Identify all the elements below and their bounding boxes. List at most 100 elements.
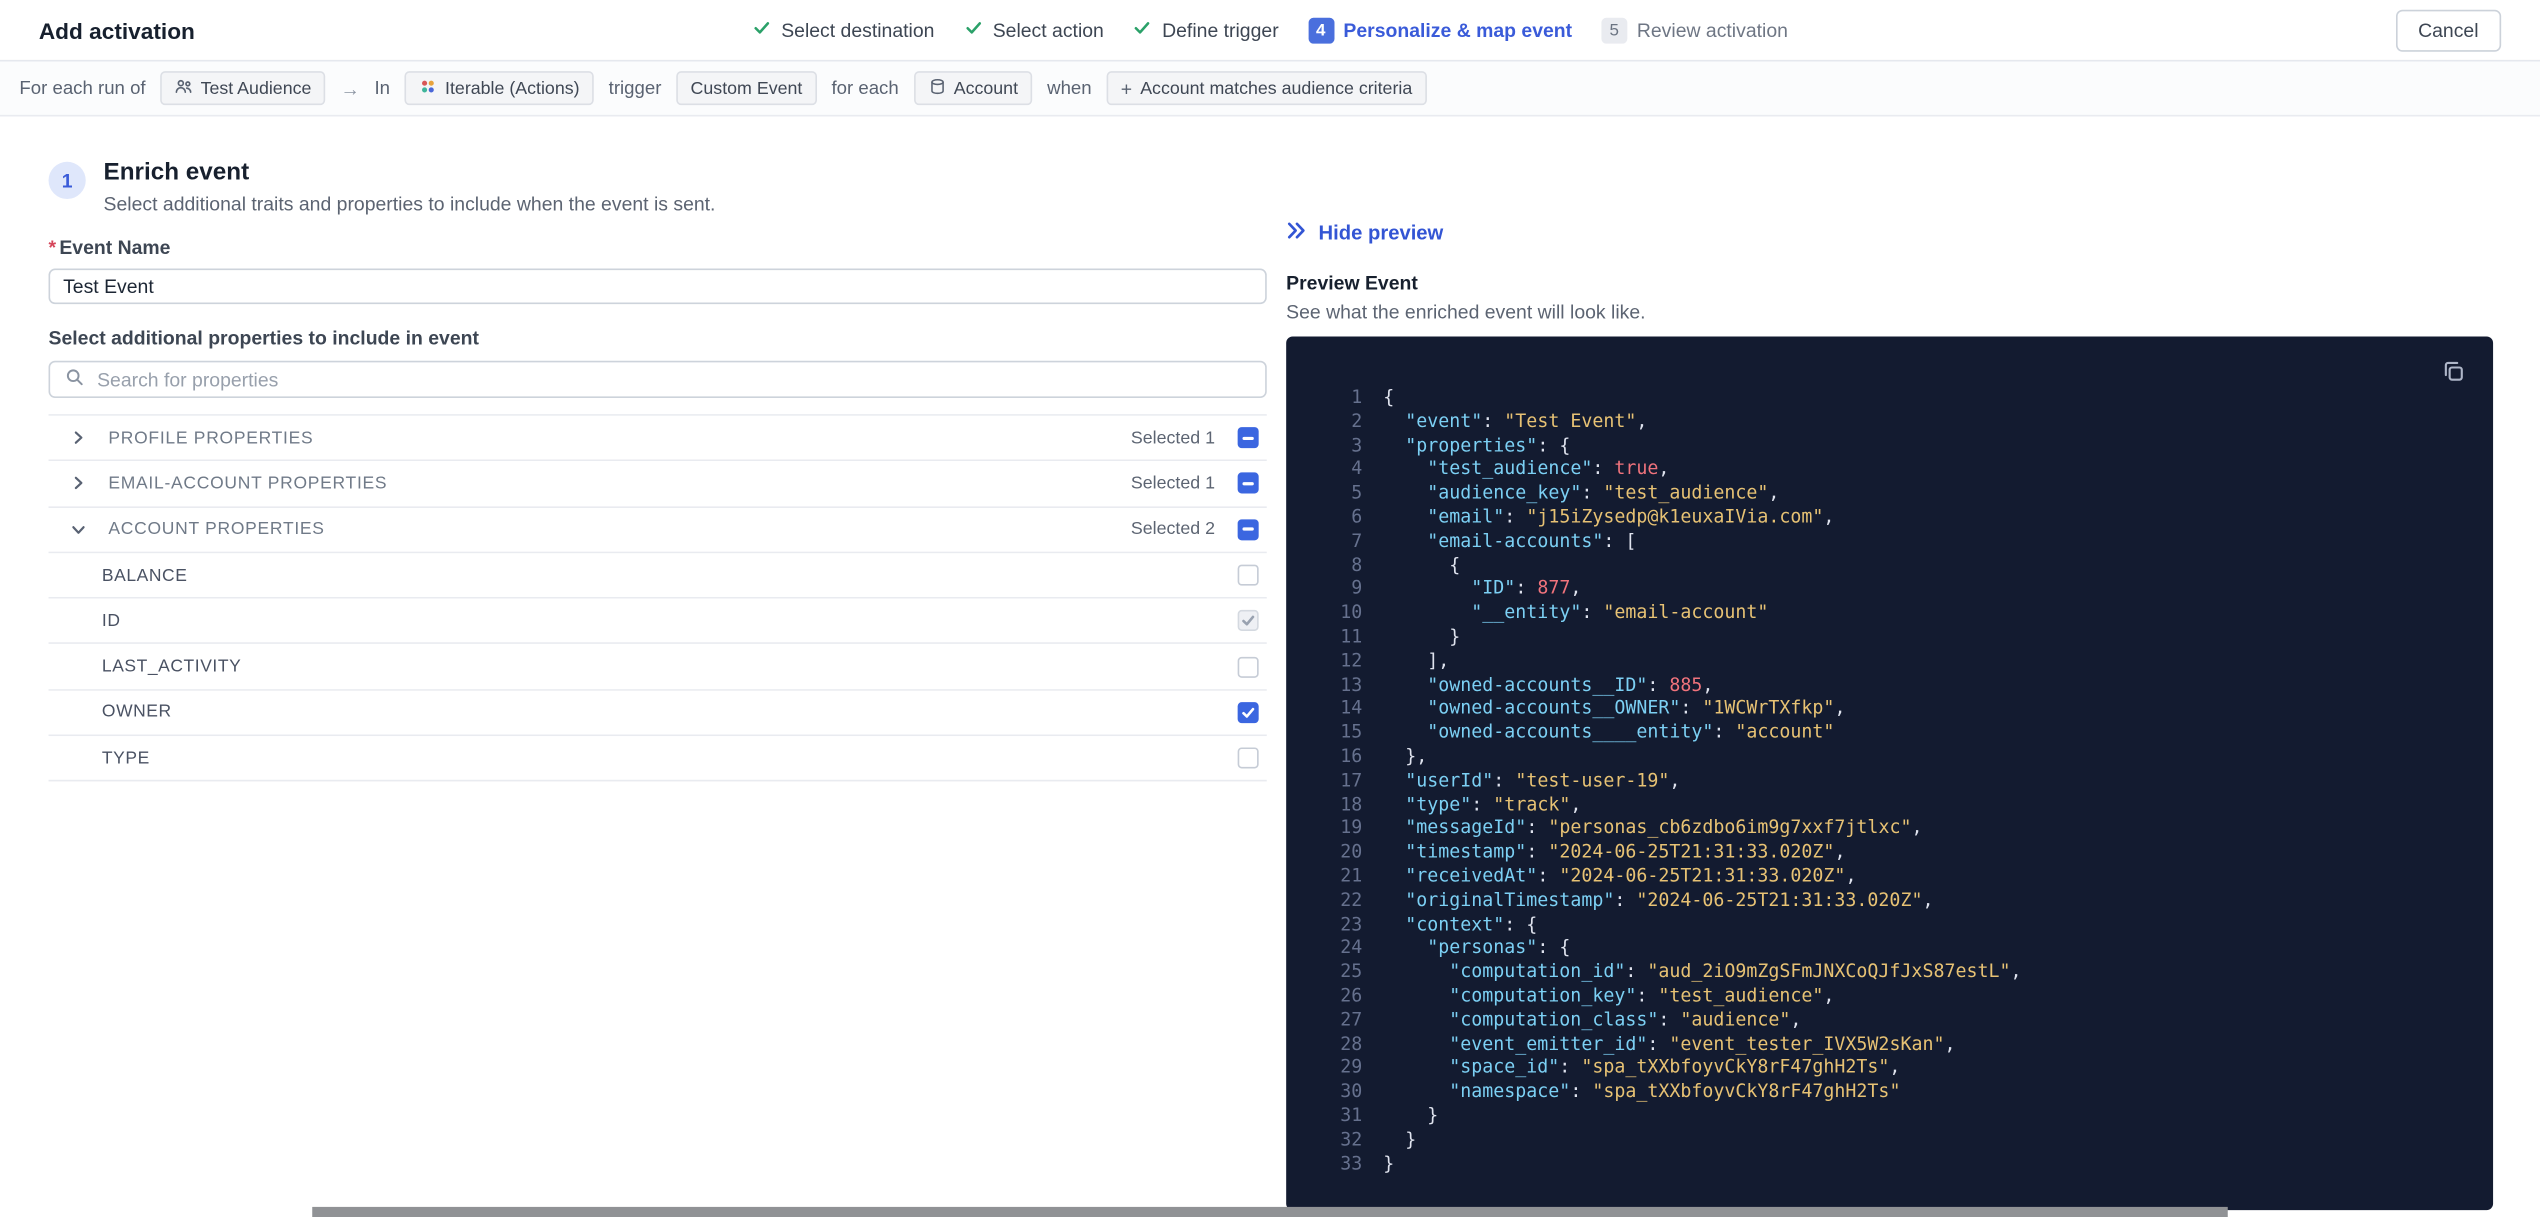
- group-row-email-account-properties[interactable]: EMAIL-ACCOUNT PROPERTIES Selected 1: [48, 461, 1267, 508]
- search-input[interactable]: [97, 368, 1251, 391]
- code-line: 3 "properties": {: [1351, 434, 1571, 456]
- property-label: ID: [101, 611, 121, 631]
- step-label: Personalize & map event: [1343, 18, 1573, 42]
- main-content: 1 Enrich event Select additional traits …: [0, 116, 2540, 1211]
- code-line: 12 ],: [1340, 649, 1450, 672]
- preview-subtitle: See what the enriched event will look li…: [1286, 300, 1646, 324]
- group-row-profile-properties[interactable]: PROFILE PROPERTIES Selected 1: [48, 415, 1267, 462]
- double-chevron-right-icon: [1286, 222, 1307, 245]
- property-checkbox[interactable]: [1237, 747, 1259, 769]
- group-checkbox[interactable]: [1237, 473, 1259, 495]
- hide-preview-link[interactable]: Hide preview: [1286, 221, 1444, 245]
- property-checkbox[interactable]: [1237, 702, 1259, 724]
- group-label: EMAIL-ACCOUNT PROPERTIES: [108, 473, 388, 494]
- check-icon: [752, 15, 771, 44]
- chevron-right-icon: [71, 476, 95, 491]
- group-checkbox[interactable]: [1237, 518, 1259, 540]
- code-line: 6 "email": "j15iZysedp@k1euxaIVia.com",: [1351, 506, 1835, 528]
- hide-preview-label: Hide preview: [1318, 221, 1444, 245]
- code-line: 14 "owned-accounts__OWNER": "1WCWrTXfkp"…: [1340, 697, 1846, 719]
- audience-chip-label: Test Audience: [200, 78, 312, 98]
- property-search-box[interactable]: [48, 360, 1267, 398]
- property-row-balance[interactable]: BALANCE: [48, 553, 1267, 599]
- code-line: 30 "namespace": "spa_tXXbfoyvCkY8rF47ghH…: [1340, 1080, 1901, 1102]
- chevron-right-icon: [71, 431, 95, 446]
- code-line: 23 "context": {: [1340, 913, 1538, 935]
- code-line: 17 "userId": "test-user-19",: [1340, 769, 1681, 791]
- code-line: 25 "computation_id": "aud_2iO9mZgSFmJNXC…: [1340, 961, 2022, 983]
- code-line: 27 "computation_class": "audience",: [1340, 1009, 1802, 1031]
- app-window: Add activation Select destination Select…: [0, 0, 2540, 1217]
- property-label: OWNER: [101, 702, 172, 723]
- step-label: Review activation: [1636, 18, 1788, 42]
- property-checkbox[interactable]: [1237, 656, 1259, 678]
- code-line: 22 "originalTimestamp": "2024-06-25T21:3…: [1340, 889, 1934, 911]
- step-select-action[interactable]: Select action: [964, 15, 1104, 44]
- code-line: 31 }: [1340, 1104, 1439, 1126]
- event-type-chip[interactable]: Custom Event: [676, 71, 817, 106]
- group-row-account-properties[interactable]: ACCOUNT PROPERTIES Selected 2: [48, 507, 1267, 554]
- event-chip-label: Custom Event: [690, 78, 803, 98]
- selected-count: Selected 1: [1130, 473, 1215, 494]
- code-line: 20 "timestamp": "2024-06-25T21:31:33.020…: [1340, 841, 1846, 863]
- preview-title: Preview Event: [1286, 271, 1418, 295]
- stepper: Select destination Select action Define …: [752, 15, 1788, 44]
- code-line: 26 "computation_key": "test_audience",: [1340, 985, 1835, 1007]
- property-checkbox[interactable]: [1237, 564, 1259, 586]
- chevron-down-icon: [71, 522, 95, 537]
- criteria-chip[interactable]: + Account matches audience criteria: [1106, 71, 1427, 106]
- code-line: 5 "audience_key": "test_audience",: [1351, 482, 1780, 504]
- step-personalize-map-event[interactable]: 4 Personalize & map event: [1307, 16, 1573, 43]
- section-subtitle: Select additional traits and properties …: [103, 192, 716, 216]
- step-label: Select destination: [781, 18, 935, 42]
- account-icon: [928, 77, 946, 100]
- property-checkbox[interactable]: [1237, 610, 1259, 632]
- destination-chip[interactable]: Iterable (Actions): [404, 71, 595, 106]
- audience-chip[interactable]: Test Audience: [160, 71, 326, 106]
- code-line: 15 "owned-accounts____entity": "account": [1340, 721, 1835, 743]
- code-line: 13 "owned-accounts__ID": 885,: [1340, 673, 1714, 695]
- check-icon: [1133, 15, 1152, 44]
- trigger-bar-text: For each run of: [19, 78, 146, 98]
- property-row-last-activity[interactable]: LAST_ACTIVITY: [48, 644, 1267, 691]
- code-line: 9 "ID": 877,: [1351, 578, 1582, 600]
- code-line: 1{: [1351, 386, 1395, 408]
- code-line: 11 }: [1340, 626, 1461, 648]
- iterable-logo-icon: [419, 77, 437, 100]
- copy-icon[interactable]: [2438, 356, 2469, 392]
- step-label: Select action: [992, 18, 1104, 42]
- entity-chip[interactable]: Account: [913, 71, 1033, 106]
- trigger-bar-text: when: [1047, 78, 1092, 98]
- step-define-trigger[interactable]: Define trigger: [1133, 15, 1279, 44]
- code-line: 28 "event_emitter_id": "event_tester_IVX…: [1340, 1033, 1956, 1055]
- code-line: 8 {: [1351, 554, 1461, 576]
- property-row-id[interactable]: ID: [48, 598, 1267, 645]
- page-title: Add activation: [38, 16, 195, 43]
- step-select-destination[interactable]: Select destination: [752, 15, 934, 44]
- plus-icon: +: [1120, 76, 1133, 100]
- cancel-button[interactable]: Cancel: [2395, 8, 2502, 51]
- page-bottom-edge: [312, 1206, 2228, 1217]
- code-line: 7 "email-accounts": [: [1351, 530, 1637, 552]
- step-number-badge: 4: [1307, 16, 1334, 43]
- group-checkbox[interactable]: [1237, 427, 1259, 449]
- event-name-label: * Event Name: [48, 236, 171, 259]
- step-number-badge: 5: [1601, 16, 1628, 43]
- event-name-input[interactable]: [48, 268, 1267, 305]
- code-line: 32 }: [1340, 1128, 1417, 1150]
- property-row-owner[interactable]: OWNER: [48, 690, 1267, 737]
- code-line: 21 "receivedAt": "2024-06-25T21:31:33.02…: [1340, 865, 1857, 887]
- property-label: LAST_ACTIVITY: [101, 657, 242, 677]
- property-row-type[interactable]: TYPE: [48, 736, 1267, 783]
- step-review-activation[interactable]: 5 Review activation: [1601, 16, 1788, 43]
- trigger-bar-text: for each: [831, 78, 899, 98]
- properties-label: Select additional properties to include …: [48, 326, 479, 350]
- code-line: 10 "__entity": "email-account": [1340, 602, 1769, 624]
- code-line: 2 "event": "Test Event",: [1351, 410, 1648, 432]
- preview-code-panel: 1{2 "event": "Test Event", 3 "properties"…: [1286, 336, 2494, 1211]
- group-label: PROFILE PROPERTIES: [108, 428, 314, 448]
- selected-count: Selected 2: [1130, 519, 1215, 540]
- audience-icon: [175, 77, 193, 100]
- trigger-bar-text: trigger: [608, 78, 662, 98]
- arrow-icon: →: [340, 76, 360, 100]
